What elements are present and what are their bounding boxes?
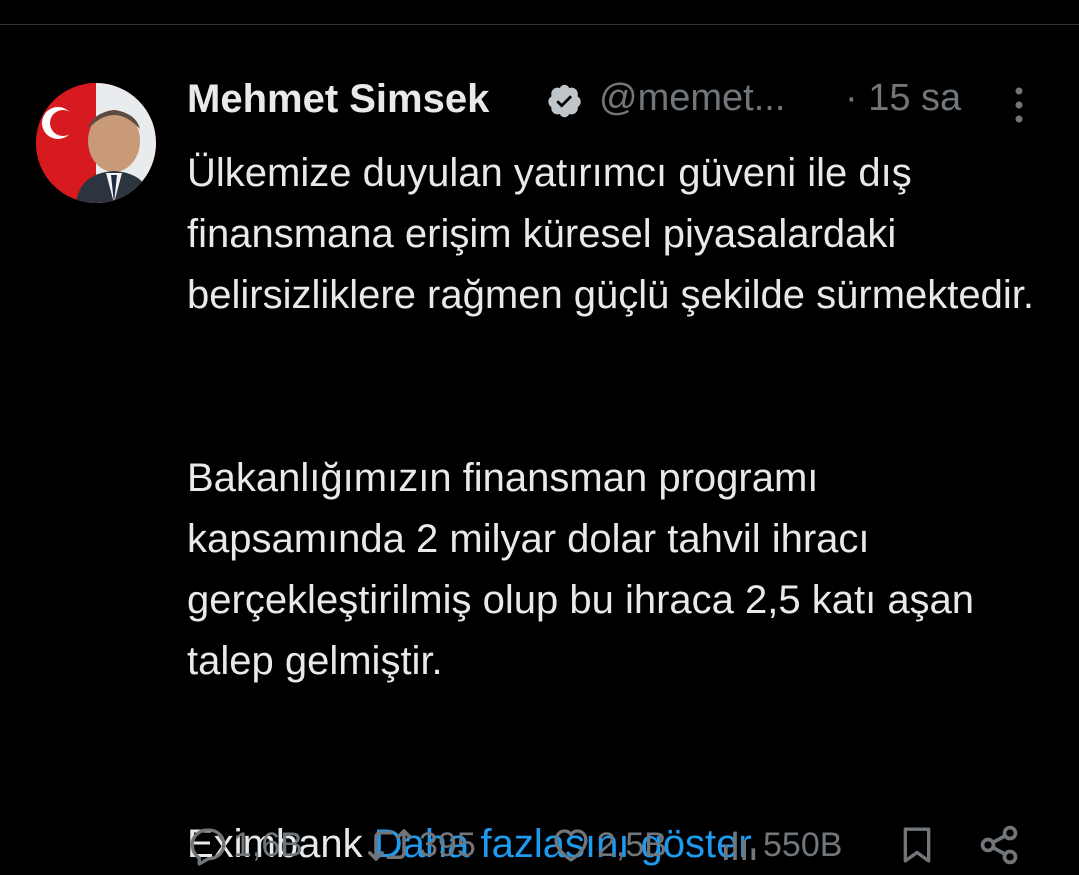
tweet-actions: 1,6B 395 2,5B 550B	[187, 820, 1047, 870]
avatar[interactable]	[36, 83, 156, 203]
bookmark-icon	[903, 827, 931, 863]
analytics-icon	[724, 831, 756, 860]
tweet-paragraph: Bakanlığımızın finansman programı kapsam…	[187, 456, 975, 683]
tweet[interactable]: Mehmet Simsek @memet... · 15 sa Ülkemize…	[0, 25, 1079, 866]
like-count: 2,5B	[597, 825, 667, 864]
view-count: 550B	[763, 825, 843, 864]
retweet-count: 395	[419, 825, 476, 864]
tweet-text: Ülkemize duyulan yatırımcı güveni ile dı…	[187, 143, 1047, 875]
retweet-icon	[368, 829, 412, 861]
author-handle[interactable]: @memet...	[599, 77, 785, 120]
tweet-time[interactable]: · 15 sa	[845, 77, 961, 120]
verified-badge-icon	[548, 84, 581, 118]
retweet-button[interactable]: 395	[365, 820, 476, 870]
share-button[interactable]	[977, 820, 1021, 870]
tweet-header: Mehmet Simsek @memet... · 15 sa	[187, 75, 1037, 127]
reply-icon	[190, 828, 226, 866]
bookmark-button[interactable]	[897, 820, 937, 870]
author-name[interactable]: Mehmet Simsek	[187, 77, 489, 122]
heart-icon	[554, 829, 588, 862]
share-icon	[980, 825, 1018, 865]
more-options-icon[interactable]	[1009, 85, 1029, 125]
tweet-paragraph: Ülkemize duyulan yatırımcı güveni ile dı…	[187, 151, 1035, 317]
like-button[interactable]: 2,5B	[549, 820, 667, 870]
views-button[interactable]: 550B	[719, 820, 842, 870]
avatar-image	[36, 83, 156, 203]
reply-count: 1,6B	[233, 825, 303, 864]
reply-button[interactable]: 1,6B	[187, 820, 303, 870]
